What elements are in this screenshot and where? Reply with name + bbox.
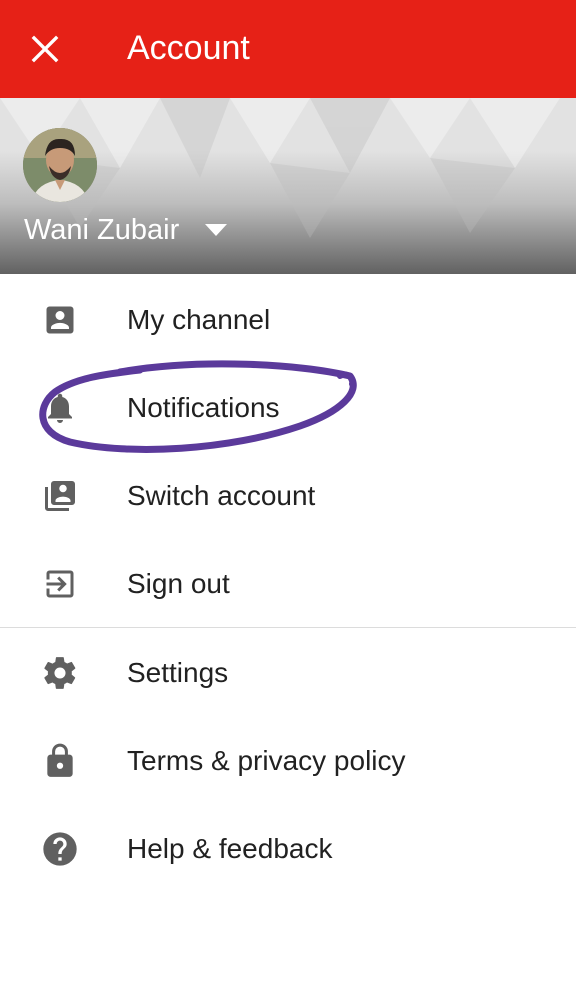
menu-item-label: Notifications xyxy=(127,392,280,423)
account-banner: Wani Zubair xyxy=(0,98,576,274)
menu-item-settings[interactable]: Settings xyxy=(0,629,576,717)
menu-item-label: Switch account xyxy=(127,480,316,511)
menu-item-label: Sign out xyxy=(127,568,230,599)
menu-divider xyxy=(0,627,576,628)
gear-icon xyxy=(40,653,80,693)
lock-icon xyxy=(40,741,80,781)
page-title: Account xyxy=(127,29,250,67)
menu-item-label: Settings xyxy=(127,657,229,688)
switch-account-icon xyxy=(40,476,80,516)
profile-photo xyxy=(23,128,97,202)
menu-item-help[interactable]: Help & feedback xyxy=(0,805,576,893)
close-button[interactable] xyxy=(18,22,72,76)
menu-item-my-channel[interactable]: My channel xyxy=(0,276,576,364)
caret-down-icon xyxy=(205,224,228,236)
help-icon xyxy=(40,829,80,869)
account-name: Wani Zubair xyxy=(24,214,180,246)
menu-item-label: Help & feedback xyxy=(127,833,333,864)
menu-item-switch-account[interactable]: Switch account xyxy=(0,452,576,540)
exit-icon xyxy=(40,564,80,604)
account-box-icon xyxy=(40,300,80,340)
close-icon xyxy=(31,35,59,63)
menu-item-terms[interactable]: Terms & privacy policy xyxy=(0,717,576,805)
menu-item-sign-out[interactable]: Sign out xyxy=(0,540,576,628)
menu-item-notifications[interactable]: Notifications xyxy=(0,364,576,452)
menu-item-label: Terms & privacy policy xyxy=(127,745,406,776)
menu-item-label: My channel xyxy=(127,304,271,335)
avatar[interactable] xyxy=(23,128,97,202)
bell-icon xyxy=(40,388,80,428)
app-bar: Account xyxy=(0,0,576,98)
account-switcher[interactable]: Wani Zubair xyxy=(24,212,228,248)
